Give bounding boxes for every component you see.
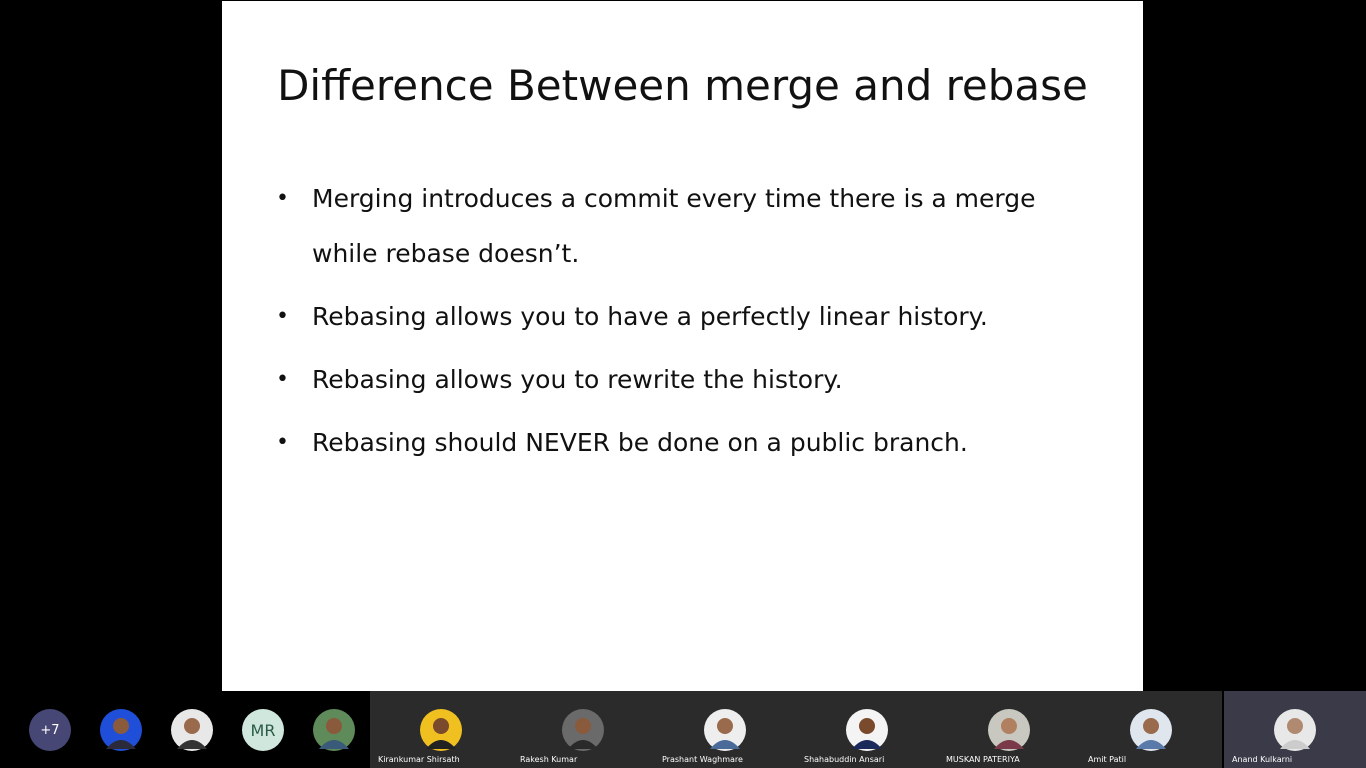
avatar-photo-icon	[562, 709, 604, 751]
slide-bullet: • Rebasing should NEVER be done on a pub…	[276, 415, 1096, 470]
participant-tile-active[interactable]: Anand Kulkarni	[1224, 691, 1366, 768]
participant-tile[interactable]: Prashant Waghmare	[654, 691, 796, 768]
participant-name: Prashant Waghmare	[662, 755, 743, 764]
participant-name: Shahabuddin Ansari	[804, 755, 885, 764]
avatar-photo-icon	[704, 709, 746, 751]
avatar-photo-icon	[1274, 709, 1316, 751]
slide-bullet-text: Rebasing should NEVER be done on a publi…	[312, 428, 968, 457]
participant-name: Anand Kulkarni	[1232, 755, 1293, 764]
slide-bullet: • Merging introduces a commit every time…	[276, 171, 1096, 281]
more-participants-button[interactable]: +7	[29, 709, 71, 751]
participant-avatar	[704, 709, 746, 751]
participant-tile[interactable]: Amit Patil	[1080, 691, 1222, 768]
avatar-photo-icon	[313, 709, 355, 751]
bullet-dot-icon: •	[276, 304, 289, 329]
avatar-photo-icon	[420, 709, 462, 751]
avatar-photo-icon	[1130, 709, 1172, 751]
participant-name: Amit Patil	[1088, 755, 1127, 764]
bullet-dot-icon: •	[276, 367, 289, 392]
participant-tile[interactable]: Kirankumar Shirsath	[370, 691, 512, 768]
slide-bullet: • Rebasing allows you to rewrite the his…	[276, 352, 1096, 407]
participant-name: Rakesh Kumar	[520, 755, 578, 764]
participant-avatar[interactable]	[171, 709, 213, 751]
avatar-photo-icon	[988, 709, 1030, 751]
participant-tile[interactable]: Rakesh Kumar	[512, 691, 654, 768]
participant-tile[interactable]: Shahabuddin Ansari	[796, 691, 938, 768]
participant-name: MUSKAN PATERIYA	[946, 755, 1020, 764]
slide-bullet-text: Rebasing allows you to rewrite the histo…	[312, 365, 843, 394]
slide-bullet: • Rebasing allows you to have a perfectl…	[276, 289, 1096, 344]
participant-initials-avatar[interactable]: MR	[242, 709, 284, 751]
participant-avatar	[1130, 709, 1172, 751]
avatar-photo-icon	[846, 709, 888, 751]
bullet-dot-icon: •	[276, 186, 289, 211]
participant-name: Kirankumar Shirsath	[378, 755, 460, 764]
participant-avatar	[420, 709, 462, 751]
slide-title: Difference Between merge and rebase	[277, 61, 1088, 110]
participant-avatar	[846, 709, 888, 751]
participant-avatar[interactable]	[313, 709, 355, 751]
avatar-photo-icon	[171, 709, 213, 751]
bullet-dot-icon: •	[276, 430, 289, 455]
meeting-stage: Difference Between merge and rebase • Me…	[0, 0, 1366, 768]
participant-tile[interactable]: MUSKAN PATERIYA	[938, 691, 1080, 768]
slide-bullet-text: Merging introduces a commit every time t…	[312, 184, 1036, 268]
participant-avatar	[988, 709, 1030, 751]
participant-avatar[interactable]	[100, 709, 142, 751]
slide-bullet-text: Rebasing allows you to have a perfectly …	[312, 302, 988, 331]
participant-avatar	[1274, 709, 1316, 751]
participant-avatar	[562, 709, 604, 751]
avatar-photo-icon	[100, 709, 142, 751]
slide-bullet-list: • Merging introduces a commit every time…	[276, 171, 1096, 478]
shared-slide: Difference Between merge and rebase • Me…	[222, 1, 1143, 691]
participant-strip: +7 MR Kirankumar Shirsath Rakesh Kumar P…	[0, 691, 1366, 768]
